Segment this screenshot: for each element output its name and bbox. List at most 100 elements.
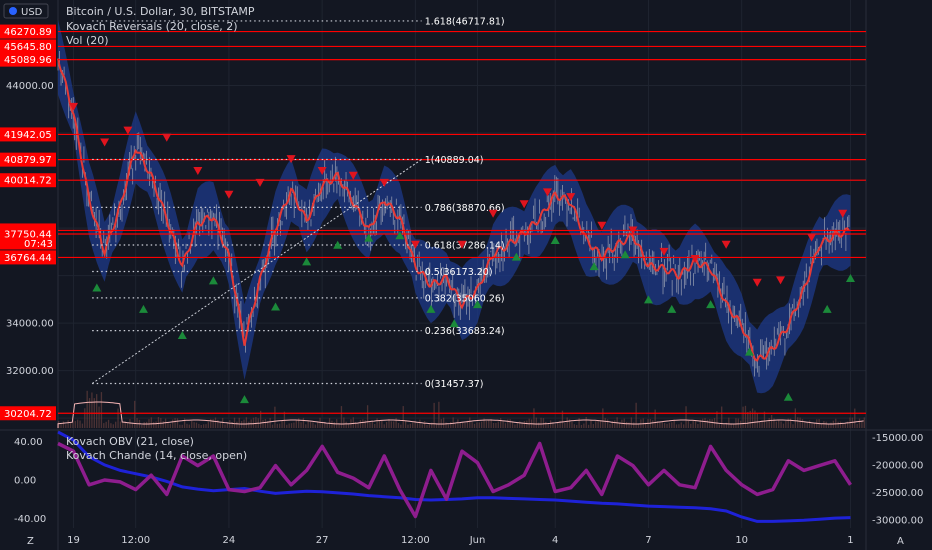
volume-bar (378, 420, 381, 428)
volume-bar (473, 423, 476, 428)
volume-bar (79, 420, 81, 428)
volume-bar (191, 421, 193, 428)
volume-bar (573, 424, 575, 428)
z-button[interactable]: Z (27, 536, 34, 547)
volume-bar (685, 406, 687, 428)
volume-bar (279, 423, 281, 428)
volume-bar (319, 417, 321, 428)
volume-bar (668, 422, 671, 428)
volume-bar (381, 420, 383, 428)
chart-canvas[interactable]: 48247.2046270.8945645.8045089.9641942.05… (0, 0, 932, 550)
volume-bar (666, 423, 668, 428)
volume-bar (364, 420, 366, 428)
level-label: 45645.80 (4, 42, 52, 53)
volume-bar (583, 423, 585, 428)
obv-axis-tick: -30000.00 (872, 515, 923, 526)
fib-label: 0.236(33683.24) (425, 326, 505, 337)
volume-bar (374, 424, 376, 428)
volume-bar (580, 424, 583, 428)
volume-bar (326, 423, 328, 428)
volume-bar (221, 417, 224, 428)
volume-bar (300, 422, 302, 428)
volume-bar (67, 420, 69, 428)
volume-bar (290, 423, 293, 428)
volume-bar (307, 421, 309, 428)
volume-bar (690, 423, 692, 428)
volume-bar (794, 408, 797, 428)
level-label: 45089.96 (4, 55, 52, 66)
volume-bar (333, 422, 335, 428)
volume-bar (592, 424, 595, 428)
volume-bar (331, 420, 333, 428)
volume-bar (245, 417, 248, 428)
volume-bar (255, 417, 257, 428)
volume-bar (198, 423, 200, 428)
volume-bar (469, 417, 471, 428)
volume-bar (797, 417, 799, 428)
volume-bar (585, 417, 587, 428)
volume-bar (538, 422, 540, 428)
volume-bar (240, 421, 243, 428)
volume-bar (343, 417, 345, 428)
volume-bar (630, 417, 633, 428)
currency-badge[interactable]: USD (3, 3, 49, 19)
price-axis-tick: 34000.00 (6, 319, 54, 330)
fib-label: 1(40889.04) (425, 155, 484, 166)
volume-bar (554, 424, 556, 428)
volume-bar (547, 423, 549, 428)
volume-bar (476, 422, 478, 428)
volume-bar (721, 406, 723, 428)
volume-bar (571, 421, 573, 428)
volume-bar (500, 418, 502, 428)
volume-bar (509, 419, 511, 428)
obv-axis-tick: -15000.00 (872, 433, 923, 444)
oscillator-axis-tick: 40.00 (14, 437, 43, 448)
volume-bar (233, 417, 236, 428)
volume-bar (352, 417, 354, 428)
volume-bar (792, 424, 794, 428)
volume-bar (309, 421, 312, 428)
fib-label: 0.382(35060.26) (425, 293, 505, 304)
volume-bar (340, 406, 343, 428)
volume-bar (702, 418, 704, 428)
volume-bar (345, 421, 347, 428)
a-button[interactable]: A (897, 536, 904, 547)
volume-bar (654, 409, 656, 428)
volume-bar (440, 418, 442, 428)
volume-bar (837, 421, 839, 428)
volume-bar (416, 423, 419, 428)
volume-bar (492, 422, 495, 428)
currency-label: USD (21, 7, 43, 18)
volume-bar (464, 422, 466, 428)
volume-bar (863, 417, 865, 428)
volume-bar (861, 421, 863, 428)
volume-bar (564, 423, 566, 428)
a-button-label: A (897, 536, 904, 547)
volume-bar (533, 408, 535, 428)
time-axis-tick: 24 (223, 535, 236, 546)
volume-bar (801, 418, 804, 428)
volume-bar (692, 420, 694, 428)
volume-bar (671, 422, 673, 428)
volume-bar (181, 424, 183, 428)
volume-bar (566, 417, 568, 428)
volume-bar (262, 419, 264, 428)
legend-kovach-reversals: Kovach Reversals (20, close, 2) (66, 20, 238, 33)
volume-bar (599, 420, 602, 428)
volume-bar (264, 418, 267, 428)
volume-bar (747, 411, 749, 428)
volume-bar (576, 424, 578, 428)
volume-bar (502, 421, 504, 428)
level-label: 40014.72 (4, 176, 52, 187)
volume-bar (129, 419, 131, 428)
volume-bar (718, 424, 720, 428)
volume-bar (188, 424, 191, 428)
volume-bar (823, 420, 825, 428)
volume-bar (219, 422, 221, 428)
volume-bar (302, 417, 305, 428)
time-axis-tick: 10 (735, 535, 748, 546)
time-axis-tick: 4 (552, 535, 558, 546)
volume-bar (126, 422, 129, 428)
volume-bar (694, 421, 697, 428)
volume-bar (395, 417, 397, 428)
